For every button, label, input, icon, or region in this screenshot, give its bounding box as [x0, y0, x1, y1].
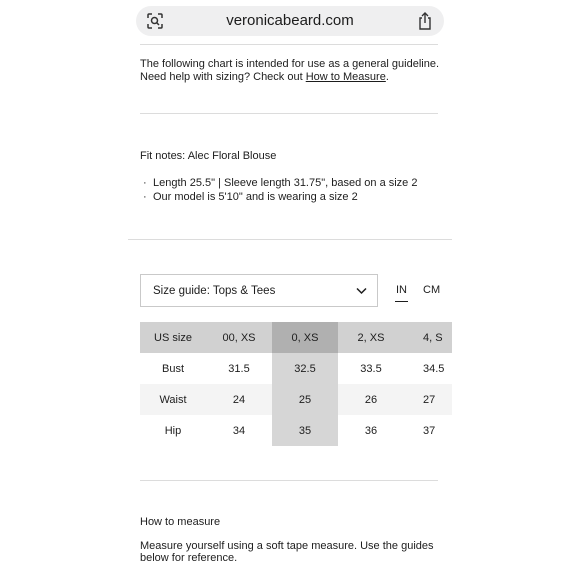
table-cell: 24 [206, 384, 272, 415]
table-cell: 32.5 [272, 353, 338, 384]
unit-toggle-in[interactable]: IN [395, 284, 408, 302]
table-cell: 35 [272, 415, 338, 446]
table-cell: 34.5 [423, 362, 445, 375]
divider [140, 113, 438, 114]
divider [140, 44, 438, 45]
table-row: Waist 24 25 26 27 [140, 384, 452, 415]
table-cell: 26 [338, 384, 404, 415]
column-header: 4, S [404, 322, 452, 353]
table-cell: 34 [232, 424, 246, 437]
url-text[interactable]: veronicabeard.com [136, 12, 444, 29]
how-to-measure-body: Measure yourself using a soft tape measu… [140, 540, 434, 564]
address-bar[interactable]: veronicabeard.com [136, 6, 444, 36]
list-item: Length 25.5" | Sleeve length 31.75", bas… [140, 176, 417, 190]
divider [140, 480, 438, 481]
table-header-row: US size 00, XS 0, XS 2, XS 4, S [140, 322, 452, 353]
table-cell: 27 [404, 384, 452, 415]
column-header: US size [140, 322, 206, 353]
chevron-down-icon [356, 287, 367, 295]
column-header: 2, XS [338, 322, 404, 353]
row-label: Waist [140, 384, 206, 415]
page: veronicabeard.com The following chart is… [128, 0, 452, 580]
intro-text: The following chart is intended for use … [140, 58, 440, 84]
table-cell: 25 [272, 384, 338, 415]
row-label: Hip [164, 424, 182, 437]
column-header-highlighted: 0, XS [272, 322, 338, 353]
how-to-measure-link[interactable]: How to Measure [306, 71, 386, 83]
intro-body: The following chart is intended for use … [140, 58, 440, 83]
row-label: Bust [161, 362, 184, 375]
divider [128, 239, 452, 240]
size-guide-select-value: Size guide: Tops & Tees [153, 285, 276, 297]
table-cell: 33.5 [360, 362, 382, 375]
share-icon[interactable] [416, 11, 434, 31]
list-item: Our model is 5'10" and is wearing a size… [140, 190, 417, 204]
table-cell: 37 [423, 424, 436, 437]
table-row: Hip 34 35 36 37 [140, 415, 452, 446]
table-row: Bust 31.5 32.5 33.5 34.5 [140, 353, 452, 384]
table-cell: 36 [364, 424, 378, 437]
how-to-measure-title: How to measure [140, 516, 221, 528]
column-header: 00, XS [206, 322, 272, 353]
size-guide-select[interactable]: Size guide: Tops & Tees [140, 274, 378, 307]
unit-toggle-cm[interactable]: CM [423, 284, 440, 296]
size-chart-table: US size 00, XS 0, XS 2, XS 4, S Bust 31.… [140, 322, 452, 446]
fit-notes-title: Fit notes: Alec Floral Blouse [140, 150, 277, 162]
table-cell: 31.5 [228, 362, 250, 375]
fit-notes-list: Length 25.5" | Sleeve length 31.75", bas… [140, 176, 417, 204]
intro-suffix: . [385, 71, 389, 83]
